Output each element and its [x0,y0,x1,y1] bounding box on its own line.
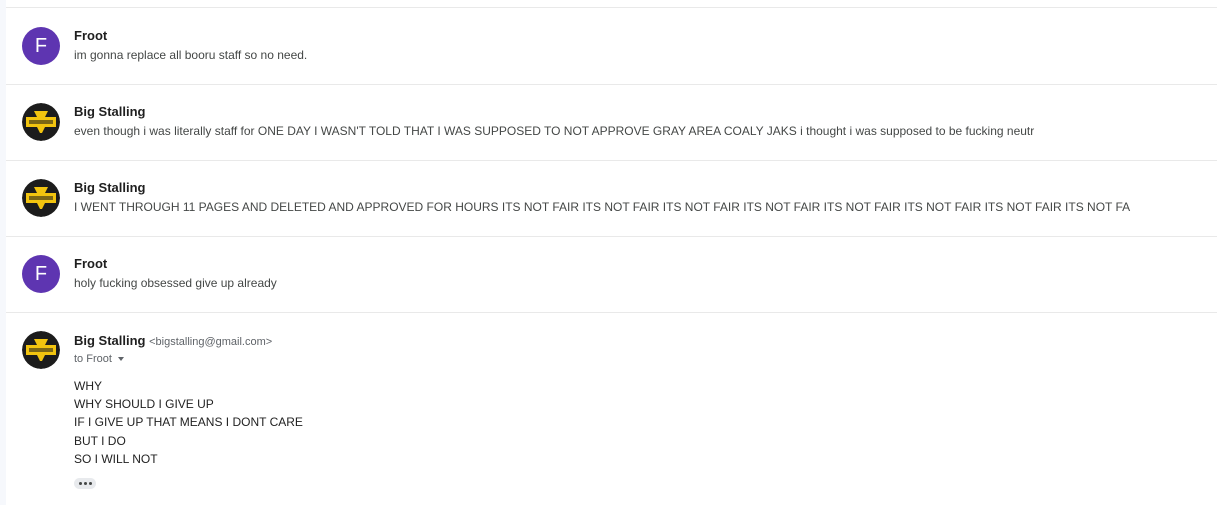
message-snippet: even though i was literally staff for ON… [74,124,1035,138]
body-line: IF I GIVE UP THAT MEANS I DONT CARE [74,415,303,430]
avatar[interactable]: F [22,27,60,65]
more-horizontal-icon [88,482,92,485]
message-snippet: holy fucking obsessed give up already [74,276,277,290]
collapsed-message[interactable]: F Froot holy fucking obsessed give up al… [6,236,1217,313]
body-line: WHY SHOULD I GIVE UP [74,397,214,412]
wu-tang-logo-icon[interactable] [22,179,60,217]
more-horizontal-icon [78,482,82,485]
message-body: WHY WHY SHOULD I GIVE UP IF I GIVE UP TH… [74,377,303,468]
body-line: SO I WILL NOT [74,451,158,466]
expanded-message: Big Stalling <bigstalling@gmail.com> to … [6,312,1217,505]
sender-name[interactable]: Big Stalling [74,333,146,348]
more-horizontal-icon [83,482,87,485]
wu-tang-logo-icon[interactable] [22,103,60,141]
show-trimmed-content-button[interactable] [74,478,96,489]
message-snippet: im gonna replace all booru staff so no n… [74,48,308,62]
sender-name: Big Stalling [74,104,146,119]
recipient-line: to Froot [74,353,124,365]
sender-name: Big Stalling [74,180,146,195]
message-snippet: I WENT THROUGH 11 PAGES AND DELETED AND … [74,200,1131,214]
collapsed-message[interactable]: F Froot im gonna replace all booru staff… [6,8,1217,85]
recipient-label: to Froot [74,353,112,365]
sender-header: Big Stalling <bigstalling@gmail.com> [74,333,272,348]
sender-email: <bigstalling@gmail.com> [149,336,273,348]
chevron-down-icon[interactable] [117,357,124,361]
collapsed-message[interactable]: Big Stalling even though i was literally… [6,84,1217,161]
avatar[interactable]: F [22,255,60,293]
email-thread: F Froot im gonna replace all booru staff… [6,0,1217,505]
body-line: BUT I DO [74,433,126,448]
collapsed-message[interactable]: Big Stalling I WENT THROUGH 11 PAGES AND… [6,160,1217,237]
wu-tang-logo-icon[interactable] [22,331,60,369]
sender-name: Froot [74,256,108,271]
body-line: WHY [74,379,102,393]
sender-name: Froot [74,28,108,43]
